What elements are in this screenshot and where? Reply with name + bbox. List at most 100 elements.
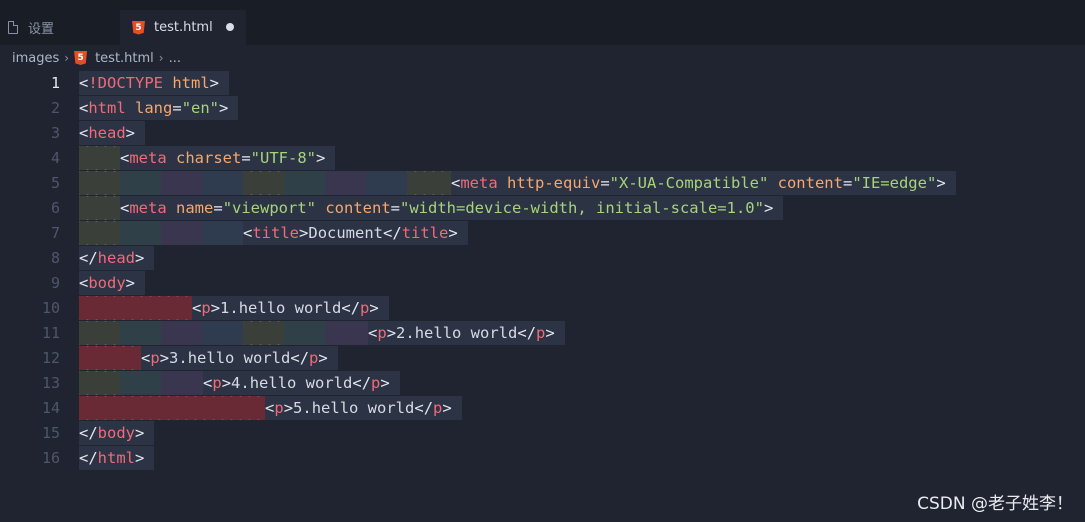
line-number[interactable]: 2 xyxy=(0,96,60,121)
breadcrumb-file[interactable]: test.html xyxy=(95,51,154,66)
code-token: > xyxy=(316,148,326,167)
code-line[interactable]: < title > Document </title > xyxy=(79,221,956,246)
code-token: = xyxy=(600,173,610,192)
code-token: = xyxy=(213,198,223,217)
line-number[interactable]: 9 xyxy=(0,271,60,296)
code-token: </ xyxy=(290,348,310,367)
tab-test-html[interactable]: 5 test.html xyxy=(120,10,246,45)
indent-guide xyxy=(243,171,284,195)
code-token: 4.hello world xyxy=(231,373,353,392)
unsaved-dot-icon[interactable] xyxy=(226,23,234,31)
line-number-gutter: 1 2 3 4 5 6 7 8 9 10 11 12 13 14 15 16 xyxy=(0,71,60,471)
code-token: = xyxy=(842,173,853,192)
line-number[interactable]: 13 xyxy=(0,371,60,396)
breadcrumb-more[interactable]: ... xyxy=(169,51,181,66)
code-token: > xyxy=(125,123,136,142)
line-number[interactable]: 12 xyxy=(0,346,60,371)
code-line[interactable]: </body > xyxy=(79,421,956,446)
code-token: p xyxy=(274,398,284,417)
code-token: < xyxy=(203,373,213,392)
code-token: p xyxy=(371,373,381,392)
line-number[interactable]: 6 xyxy=(0,196,60,221)
code-token: "en" xyxy=(181,98,220,117)
indent-guide xyxy=(284,171,325,195)
code-line[interactable]: < body > xyxy=(79,271,956,296)
code-token: = xyxy=(241,148,251,167)
line-number[interactable]: 16 xyxy=(0,446,60,471)
code-token: > xyxy=(318,348,328,367)
code-token: = xyxy=(390,198,401,217)
code-token: > xyxy=(380,373,390,392)
line-number[interactable]: 1 xyxy=(0,71,60,96)
code-token: html xyxy=(163,73,210,92)
line-number[interactable]: 5 xyxy=(0,171,60,196)
code-token: "UTF-8" xyxy=(250,148,316,167)
code-token: > xyxy=(763,198,774,217)
line-number[interactable]: 11 xyxy=(0,321,60,346)
code-token: < xyxy=(265,398,275,417)
code-token: p xyxy=(309,348,319,367)
code-token: 2.hello world xyxy=(396,323,518,342)
code-token: = xyxy=(172,98,182,117)
code-token: < xyxy=(243,223,253,242)
indent-guide xyxy=(79,371,120,395)
code-token: > xyxy=(209,73,220,92)
indent-guide xyxy=(161,171,202,195)
line-number[interactable]: 3 xyxy=(0,121,60,146)
indent-guide xyxy=(325,321,368,345)
code-token: name xyxy=(166,198,214,217)
code-token: html xyxy=(88,98,126,117)
line-number[interactable]: 10 xyxy=(0,296,60,321)
code-line[interactable]: < meta http-equiv = "X-UA-Compatible" conte… xyxy=(79,171,956,196)
code-token: p xyxy=(377,323,387,342)
code-token: head xyxy=(97,248,135,267)
code-token: p xyxy=(433,398,443,417)
indent-guide xyxy=(120,371,161,395)
line-number[interactable]: 7 xyxy=(0,221,60,246)
code-token: </ xyxy=(383,223,402,242)
code-line[interactable]: < p >4.hello world </p > xyxy=(79,371,956,396)
indent-guide xyxy=(243,321,284,345)
code-line[interactable]: < meta charset = "UTF-8" > xyxy=(79,146,956,171)
line-number[interactable]: 14 xyxy=(0,396,60,421)
code-line[interactable]: < p >1.hello world </p > xyxy=(79,296,956,321)
code-line[interactable]: < !DOCTYPE html > xyxy=(79,71,956,96)
code-token: html xyxy=(97,448,135,467)
code-editor[interactable]: < !DOCTYPE html > < html lang = "en" > < head > … xyxy=(79,71,956,471)
code-line[interactable]: </head > xyxy=(79,246,956,271)
code-token: > xyxy=(135,423,145,442)
indent-guide xyxy=(120,171,161,195)
indent-guide xyxy=(325,171,366,195)
code-token: </ xyxy=(79,423,98,442)
code-token: title xyxy=(401,223,449,242)
indent-guide xyxy=(79,171,120,195)
code-token: </ xyxy=(517,323,537,342)
code-token: </ xyxy=(341,298,361,317)
code-token: body xyxy=(97,423,135,442)
code-token: > xyxy=(221,373,232,392)
code-token: "X-UA-Compatible" xyxy=(609,173,769,192)
line-number[interactable]: 8 xyxy=(0,246,60,271)
code-line[interactable]: < head > xyxy=(79,121,956,146)
indent-guide xyxy=(120,221,161,245)
code-line[interactable]: < html lang = "en" > xyxy=(79,96,956,121)
code-line[interactable]: < meta name = "viewport" content = "width=dev… xyxy=(79,196,956,221)
code-token: > xyxy=(369,298,379,317)
indent-guide xyxy=(407,171,451,195)
code-line[interactable]: < p >3.hello world </p > xyxy=(79,346,956,371)
code-line[interactable]: < p >2.hello world </p > xyxy=(79,321,956,346)
code-token: p xyxy=(360,298,370,317)
line-number[interactable]: 4 xyxy=(0,146,60,171)
code-token: < xyxy=(120,148,130,167)
code-token: > xyxy=(159,348,170,367)
tab-settings[interactable]: 设置 xyxy=(0,10,120,45)
code-token: meta xyxy=(129,148,167,167)
code-line[interactable]: < p >5.hello world </p > xyxy=(79,396,956,421)
indent-error-highlight xyxy=(79,296,192,320)
code-token: lang xyxy=(125,98,173,117)
code-line[interactable]: </html > xyxy=(79,446,956,471)
breadcrumb-folder[interactable]: images xyxy=(12,51,59,66)
line-number[interactable]: 15 xyxy=(0,421,60,446)
code-token: "width=device-width, initial-scale=1.0" xyxy=(400,198,764,217)
breadcrumb: images › 5 test.html › ... xyxy=(12,49,181,67)
